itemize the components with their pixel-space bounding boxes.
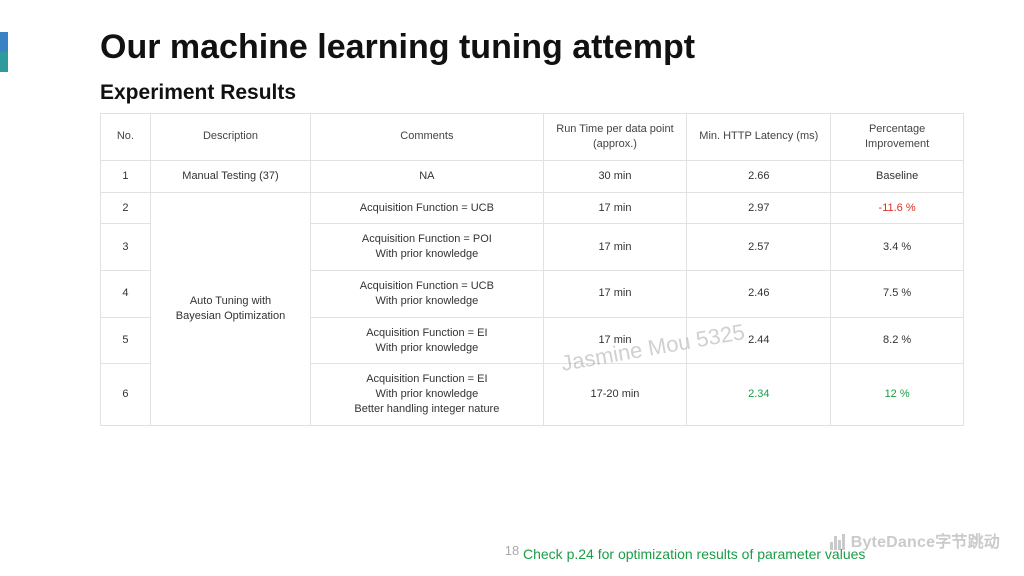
brand-icon bbox=[830, 532, 846, 548]
accent-bar bbox=[0, 32, 8, 72]
cell-latency: 2.46 bbox=[687, 271, 831, 318]
header-desc: Description bbox=[150, 114, 310, 161]
cell-pct: 12 % bbox=[831, 364, 964, 426]
brand-text: ByteDance字节跳动 bbox=[851, 528, 1000, 552]
cell-runtime: 17-20 min bbox=[543, 364, 687, 426]
footer-note: Check p.24 for optimization results of p… bbox=[523, 546, 865, 562]
cell-comments: NA bbox=[311, 160, 543, 192]
header-latency: Min. HTTP Latency (ms) bbox=[687, 114, 831, 161]
cell-latency: 2.97 bbox=[687, 192, 831, 224]
cell-runtime: 17 min bbox=[543, 192, 687, 224]
cell-comments: Acquisition Function = POI With prior kn… bbox=[311, 224, 543, 271]
cell-latency: 2.44 bbox=[687, 317, 831, 364]
cell-no: 4 bbox=[101, 271, 151, 318]
cell-comments: Acquisition Function = EI With prior kno… bbox=[311, 364, 543, 426]
header-runtime: Run Time per data point (approx.) bbox=[543, 114, 687, 161]
cell-pct: 7.5 % bbox=[831, 271, 964, 318]
cell-latency: 2.57 bbox=[687, 224, 831, 271]
table-row: 2Auto Tuning with Bayesian OptimizationA… bbox=[101, 192, 964, 224]
table-row: 1Manual Testing (37)NA30 min2.66Baseline bbox=[101, 160, 964, 192]
cell-no: 5 bbox=[101, 317, 151, 364]
cell-pct: 8.2 % bbox=[831, 317, 964, 364]
header-pct: Percentage Improvement bbox=[831, 114, 964, 161]
cell-latency: 2.66 bbox=[687, 160, 831, 192]
cell-pct: 3.4 % bbox=[831, 224, 964, 271]
cell-latency: 2.34 bbox=[687, 364, 831, 426]
slide-title: Our machine learning tuning attempt bbox=[100, 28, 964, 67]
header-no: No. bbox=[101, 114, 151, 161]
cell-runtime: 30 min bbox=[543, 160, 687, 192]
cell-runtime: 17 min bbox=[543, 271, 687, 318]
results-table: No. Description Comments Run Time per da… bbox=[100, 113, 964, 426]
slide-content: Our machine learning tuning attempt Expe… bbox=[0, 0, 1024, 426]
cell-no: 2 bbox=[101, 192, 151, 224]
brand-mark: ByteDance字节跳动 bbox=[830, 528, 1000, 552]
cell-comments: Acquisition Function = EI With prior kno… bbox=[311, 317, 543, 364]
cell-no: 1 bbox=[101, 160, 151, 192]
cell-comments: Acquisition Function = UCB With prior kn… bbox=[311, 271, 543, 318]
cell-runtime: 17 min bbox=[543, 224, 687, 271]
cell-no: 6 bbox=[101, 364, 151, 426]
cell-no: 3 bbox=[101, 224, 151, 271]
slide-subtitle: Experiment Results bbox=[100, 81, 964, 105]
cell-runtime: 17 min bbox=[543, 317, 687, 364]
cell-desc: Manual Testing (37) bbox=[150, 160, 310, 192]
table-header-row: No. Description Comments Run Time per da… bbox=[101, 114, 964, 161]
cell-comments: Acquisition Function = UCB bbox=[311, 192, 543, 224]
header-comments: Comments bbox=[311, 114, 543, 161]
cell-pct: -11.6 % bbox=[831, 192, 964, 224]
cell-pct: Baseline bbox=[831, 160, 964, 192]
cell-desc-group: Auto Tuning with Bayesian Optimization bbox=[150, 192, 310, 425]
